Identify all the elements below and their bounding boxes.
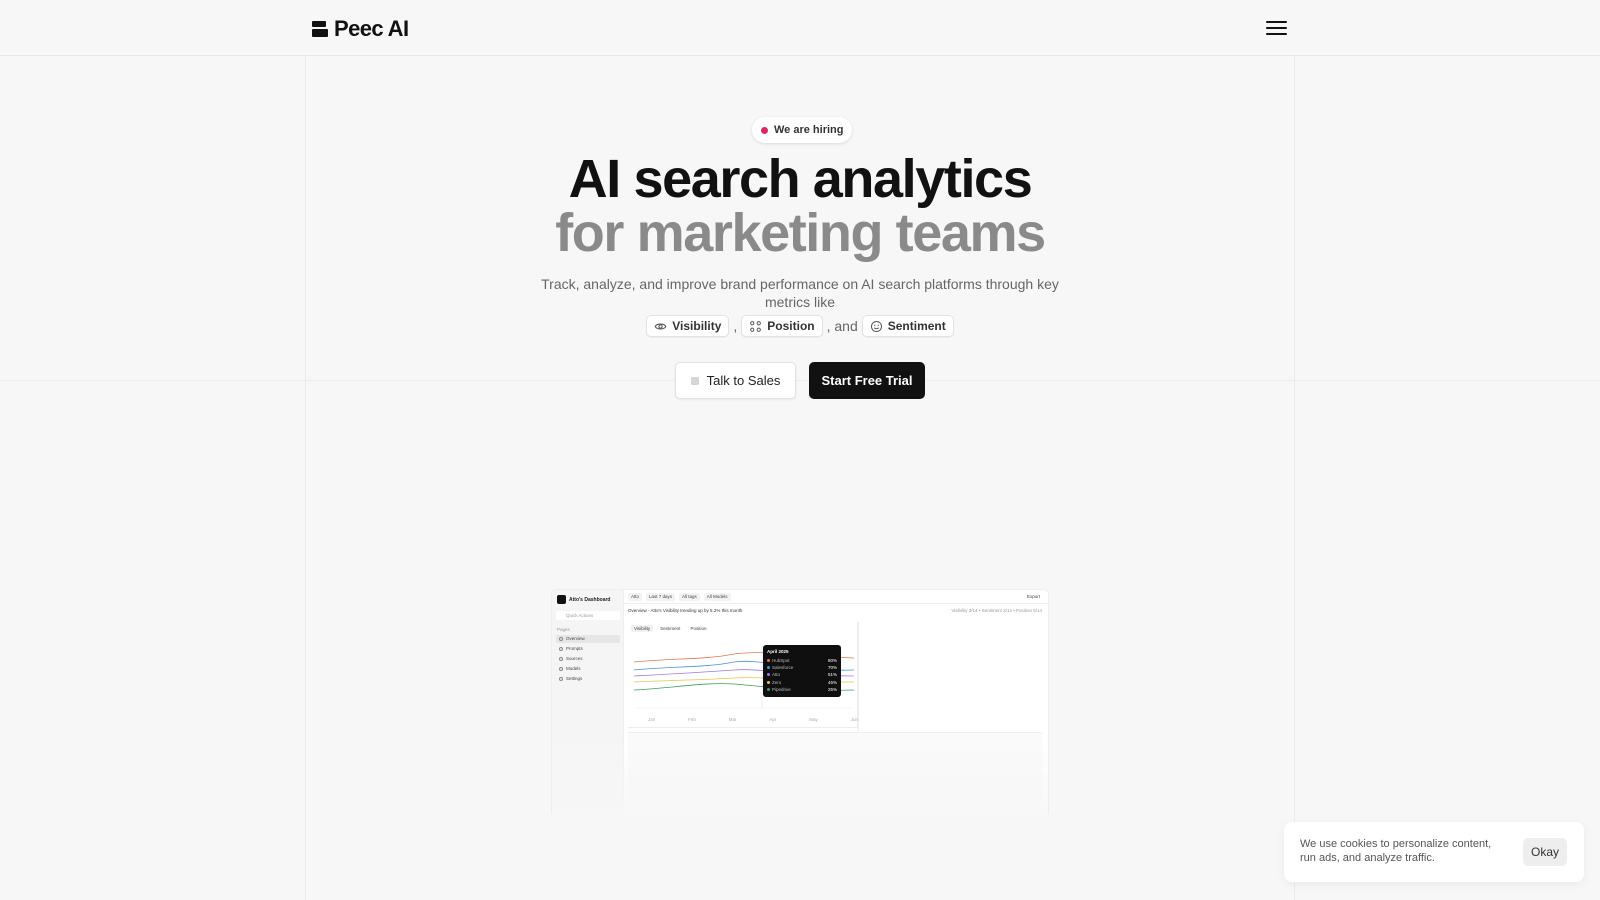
metric-chips: Visibility , Position , and Sentiment [400,315,1200,337]
start-free-trial-button[interactable]: Start Free Trial [809,362,925,399]
chip-position: Position [741,315,823,337]
swatch-icon [767,673,770,677]
month-label: Jun [850,717,858,722]
tab-sentiment: Sentiment [660,626,681,631]
hiring-badge[interactable]: We are hiring [752,117,853,143]
cookie-text: We use cookies to personalize content, r… [1300,838,1492,864]
dashboard-brand-label: Atto's Dashboard [569,596,611,603]
tab-visibility: Visibility [631,625,654,632]
dashboard-nav-models: Models [556,665,620,673]
nav-label: Models [566,666,581,671]
month-label: Apr [769,717,777,722]
tab-position: Position [690,626,707,631]
tooltip-row: Pipedrive 25% [767,686,837,693]
tooltip-title: April 2025 [767,649,789,654]
home-icon [559,637,563,641]
top-navigation-bar: Peec AI [0,0,1600,56]
chip-sentiment-label: Sentiment [887,319,946,333]
hiring-badge-label: We are hiring [774,124,844,136]
position-icon [750,320,762,332]
chart-month-labels: Jan Feb Mar Apr May Jun [648,717,858,722]
tooltip-row-value: 70% [827,665,837,671]
export-button: Export [1026,594,1040,599]
tooltip-row-value: 45% [827,679,837,685]
chart-tabs: Visibility Sentiment Position [631,625,709,632]
tooltip-row-name: Salesforce [772,665,794,671]
cookie-okay-button[interactable]: Okay [1523,838,1567,866]
tooltip-row: HubSpot 80% [767,657,837,664]
dashboard-toolbar: Atto Last 7 days All tags All Models Exp… [624,590,1048,604]
headline-line-1: AI search analytics [568,149,1033,209]
tooltip-row-name: Pipedrive [772,686,791,692]
tooltip-row-name: Atto [772,672,781,678]
chip-sentiment: Sentiment [861,315,954,337]
nav-label: Overview [566,636,585,641]
grid-line-right [1294,56,1295,900]
smile-icon [870,320,882,332]
dashboard-stats: Visibility 3/14 • Sentiment 2/14 • Posit… [951,608,1042,613]
grid-line-horizontal [0,380,1600,381]
tooltip-row-value: 80% [827,658,837,664]
dashboard-brand: Atto's Dashboard [557,595,610,604]
talk-to-sales-label: Talk to Sales [706,373,781,388]
cookie-banner: We use cookies to personalize content, r… [1284,822,1584,882]
quick-actions-search: Quick Actions [556,611,620,620]
source-icon [559,657,563,661]
filter-brand: Atto [628,592,643,601]
hero-headline: AI search analytics for marketing teams [400,152,1200,260]
hamburger-menu-icon[interactable] [1266,18,1288,38]
dashboard-breadcrumb: Overview - Atto's Visibility trending up… [628,608,743,613]
tooltip-row-value: 25% [827,686,837,692]
talk-to-sales-button[interactable]: Talk to Sales [675,362,796,399]
separator-comma: , [733,318,738,334]
hiring-dot-icon [761,126,768,134]
model-icon [559,667,563,671]
gear-icon [559,677,563,681]
tooltip-row: Atto 51% [767,671,837,678]
headline-line-2: for marketing teams [555,203,1046,263]
dashboard-logo-icon [557,595,566,604]
tooltip-row-value: 51% [827,672,837,678]
dashboard-nav-overview: Overview [556,635,620,643]
dashboard-nav-sources: Sources [556,655,620,663]
chip-visibility: Visibility [646,315,730,337]
swatch-icon [767,680,770,684]
prompt-icon [559,647,563,651]
pages-label: Pages [557,627,570,632]
swatch-icon [767,666,770,670]
nav-label: Prompts [566,646,583,651]
nav-label: Settings [566,676,583,681]
tooltip-row-name: Zero [772,679,782,685]
chart-tooltip: April 2025 HubSpot 80% Salesforce 70% Atto… [763,645,841,697]
month-label: May [809,717,818,722]
chip-position-label: Position [767,319,815,333]
month-label: Jan [648,717,656,722]
logo-mark-icon [312,20,328,38]
tooltip-row: Zero 45% [767,679,837,686]
tooltip-row: Salesforce 70% [767,664,837,671]
nav-label: Sources [566,656,583,661]
month-label: Feb [688,717,696,722]
month-label: Mar [728,717,737,722]
hero-subtext: Track, analyze, and improve brand perfor… [541,276,1059,310]
separator-and: , and [826,318,858,334]
swatch-icon [767,687,770,691]
grid-line-left [305,56,306,900]
dashboard-fade-overlay [552,730,1048,820]
dashboard-nav-settings: Settings [556,675,620,683]
square-icon [690,376,699,385]
eye-icon [654,323,667,329]
chip-visibility-label: Visibility [672,319,722,333]
logo[interactable]: Peec AI [312,16,409,42]
swatch-icon [767,659,770,663]
filter-models: All Models [703,592,731,601]
filter-tags: All tags [679,592,700,601]
filter-date: Last 7 days [646,592,676,601]
dashboard-nav-prompts: Prompts [556,645,620,653]
logo-text: Peec AI [334,16,409,41]
tooltip-row-name: HubSpot [772,658,790,664]
